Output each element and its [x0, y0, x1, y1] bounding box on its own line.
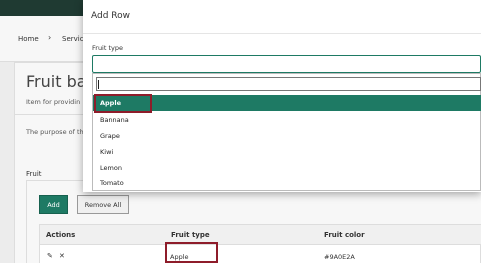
add-button[interactable]: Add [39, 195, 68, 214]
edit-icon[interactable]: ✎ [47, 252, 53, 260]
dropdown-option-grape[interactable]: Grape [93, 128, 481, 144]
delete-icon[interactable]: ✕ [59, 252, 65, 260]
dropdown-option-lemon[interactable]: Lemon [93, 160, 481, 176]
column-header-actions: Actions [46, 231, 76, 239]
purpose-text: The purpose of th [26, 128, 84, 136]
remove-all-button[interactable]: Remove All [77, 195, 129, 214]
highlight-box [94, 94, 152, 113]
fruit-type-label: Fruit type [92, 44, 123, 52]
table-header-row: Actions Fruit type Fruit color [40, 225, 481, 245]
fruit-type-select[interactable] [92, 55, 481, 73]
chevron-right-icon: › [48, 33, 52, 42]
text-cursor [98, 80, 99, 89]
dialog-header: Add Row [83, 0, 481, 34]
dropdown-option-kiwi[interactable]: Kiwi [93, 144, 481, 160]
breadcrumb-home[interactable]: Home [18, 35, 39, 43]
fruit-section-label: Fruit [26, 170, 42, 178]
fruit-type-dropdown: Apple Bannana Grape Kiwi Lemon Tomato [92, 73, 481, 191]
dialog-title: Add Row [91, 11, 131, 21]
dropdown-search-input[interactable] [96, 77, 481, 91]
column-header-fruit-color[interactable]: Fruit color [324, 231, 365, 239]
breadcrumb-services[interactable]: Servic [62, 35, 84, 43]
page-subtitle: Item for providin [26, 98, 81, 106]
column-header-fruit-type[interactable]: Fruit type [171, 231, 210, 239]
dropdown-option-tomato[interactable]: Tomato [93, 175, 481, 191]
dropdown-option-bannana[interactable]: Bannana [93, 112, 481, 128]
highlight-box [165, 242, 218, 263]
fruit-table: Actions Fruit type Fruit color ✎ ✕ Apple… [39, 224, 481, 263]
table-cell-fruit-color: #9A0E2A [324, 253, 355, 261]
